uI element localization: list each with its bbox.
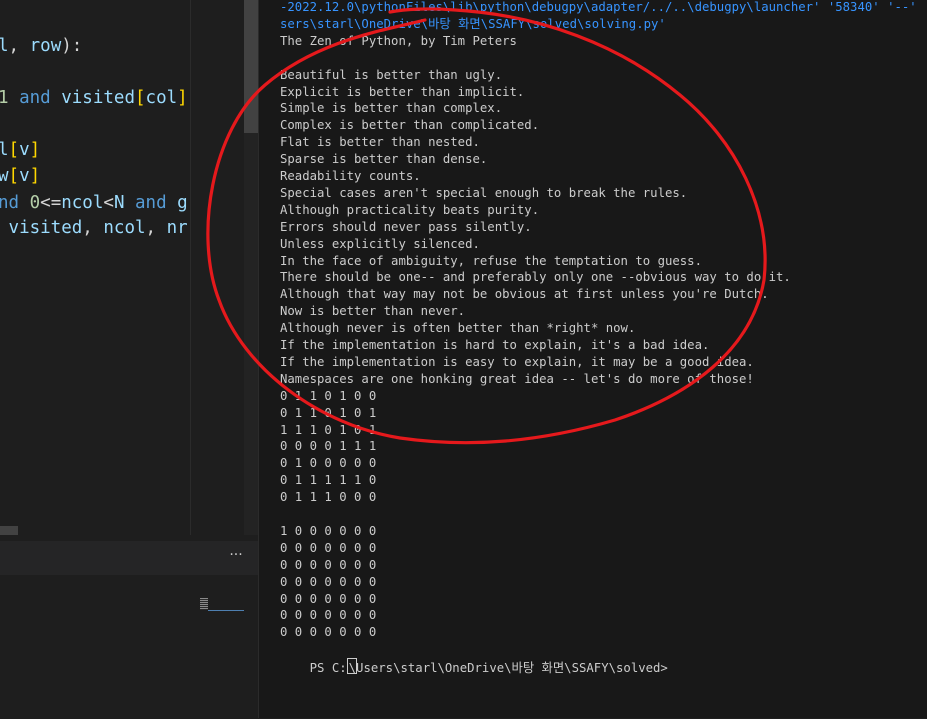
code-token: [ xyxy=(135,88,146,108)
lower-panel: ··· xyxy=(0,535,258,719)
code-token: nr xyxy=(166,218,188,238)
terminal-line: sers\starl\OneDrive\바탕 화면\SSAFY\solved\s… xyxy=(280,16,666,31)
terminal-line: Although that way may not be obvious at … xyxy=(280,287,769,302)
code-token: l xyxy=(0,36,9,56)
code-token: , xyxy=(82,218,104,238)
code-line: nd 0<=ncol<N and g xyxy=(0,193,188,213)
code-token: col xyxy=(145,88,178,108)
code-line: l, row): xyxy=(0,36,82,56)
terminal-line: Now is better than never. xyxy=(280,304,466,319)
code-token: ] xyxy=(177,88,188,108)
code-token: g xyxy=(177,193,188,213)
code-token: 0 xyxy=(29,193,41,213)
code-token: ] xyxy=(29,140,41,160)
terminal-line: Explicit is better than implicit. xyxy=(280,84,525,99)
terminal-line: 0 1 1 0 1 0 1 xyxy=(280,405,377,420)
terminal-line: Beautiful is better than ugly. xyxy=(280,67,503,82)
code-token: N xyxy=(113,193,136,213)
terminal-line: If the implementation is hard to explain… xyxy=(280,338,710,352)
terminal-line: 1 1 1 0 1 0 1 xyxy=(280,422,377,437)
prompt-path: \Users\starl\OneDrive\바탕 화면\SSAFY\solved… xyxy=(348,661,668,676)
terminal-line: Readability counts. xyxy=(280,169,421,183)
terminal-prompt[interactable]: PS C: \Users\starl\OneDrive\바탕 화면\SSAFY\s… xyxy=(280,641,668,694)
minimap-line xyxy=(208,610,244,611)
code-token: visited xyxy=(61,88,135,108)
terminal-line: Special cases aren't special enough to b… xyxy=(280,185,688,200)
code-token: ncol xyxy=(61,193,104,213)
terminal-line: Errors should never pass silently. xyxy=(280,219,532,234)
code-token: ): xyxy=(61,36,83,56)
terminal-line: Flat is better than nested. xyxy=(280,135,480,150)
code-token: and xyxy=(19,88,62,108)
terminal-line: 0 0 0 0 0 0 0 xyxy=(280,574,377,589)
terminal-line: Although never is often better than *rig… xyxy=(280,321,636,336)
code-token: <= xyxy=(40,193,62,213)
terminal-line: -2022.12.0\pythonFiles\lib\python\debugp… xyxy=(280,0,927,14)
terminal-line: There should be one-- and preferably onl… xyxy=(280,270,791,285)
code-token: [ xyxy=(8,166,20,186)
terminal-line: Simple is better than complex. xyxy=(280,101,503,116)
terminal-line: The Zen of Python, by Tim Peters xyxy=(280,33,517,48)
terminal-line: Namespaces are one honking great idea --… xyxy=(280,371,754,386)
minimap-block xyxy=(200,598,208,610)
code-token: ] xyxy=(29,166,41,186)
terminal-line: 0 0 0 0 0 0 0 xyxy=(280,540,377,555)
terminal-line: Although practicality beats purity. xyxy=(280,202,540,217)
code-token: row xyxy=(29,36,62,56)
terminal-line: 0 0 0 0 0 0 0 xyxy=(280,608,377,623)
terminal-line: Sparse is better than dense. xyxy=(280,152,488,167)
code-token: visited xyxy=(0,218,83,238)
code-token: w xyxy=(0,166,9,186)
code-token: [ xyxy=(8,140,20,160)
editor-divider xyxy=(190,0,191,540)
editor-scrollbar-thumb[interactable] xyxy=(244,0,258,133)
terminal-line: 0 0 0 0 0 0 0 xyxy=(280,625,377,640)
code-line: visited, ncol, nr xyxy=(0,218,188,238)
terminal-line: 0 0 0 0 0 0 0 xyxy=(280,557,377,572)
code-line: 1 and visited[col] xyxy=(0,88,188,108)
code-token: l xyxy=(0,140,9,160)
terminal-line: 0 0 0 0 1 1 1 xyxy=(280,439,377,454)
prompt-prefix: PS C: xyxy=(309,661,347,676)
editor-scrollbar-track[interactable] xyxy=(244,133,258,540)
code-token: 1 xyxy=(0,88,20,108)
code-editor[interactable]: l, row): 1 and visited[col] l[v] w[v] nd 0<=… xyxy=(0,0,258,540)
code-token: , xyxy=(145,218,167,238)
terminal-panel[interactable]: -2022.12.0\pythonFiles\lib\python\debugp… xyxy=(258,0,927,718)
terminal-line: Complex is better than complicated. xyxy=(280,118,540,133)
code-token: < xyxy=(103,193,114,213)
terminal-line: 0 1 0 0 0 0 0 xyxy=(280,456,377,471)
code-token: v xyxy=(19,166,30,186)
terminal-line: Unless explicitly silenced. xyxy=(280,236,480,251)
code-token: v xyxy=(19,140,30,160)
terminal-line: If the implementation is easy to explain… xyxy=(280,354,754,369)
code-token: nd xyxy=(0,193,30,213)
terminal-line: 0 1 1 1 0 0 0 xyxy=(280,490,377,505)
panel-header: ··· xyxy=(0,541,258,575)
terminal-line: 0 1 1 0 1 0 0 xyxy=(280,388,377,403)
terminal-line: 0 0 0 0 0 0 0 xyxy=(280,591,377,606)
code-line: l[v] xyxy=(0,140,40,160)
code-token: ncol xyxy=(103,218,146,238)
more-actions-icon[interactable]: ··· xyxy=(226,545,246,565)
code-token: and xyxy=(135,193,178,213)
terminal-line: In the face of ambiguity, refuse the tem… xyxy=(280,253,702,268)
terminal-line: 1 0 0 0 0 0 0 xyxy=(280,523,377,538)
code-token: , xyxy=(8,36,30,56)
terminal-line: 0 1 1 1 1 1 0 xyxy=(280,473,377,488)
code-line: w[v] xyxy=(0,166,40,186)
